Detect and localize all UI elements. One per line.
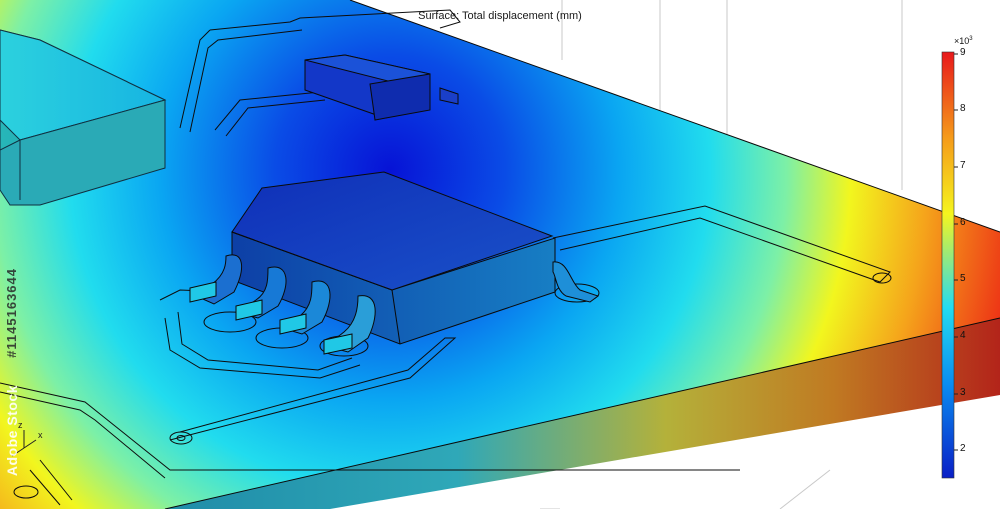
stock-brand-watermark: Adobe Stock (4, 385, 20, 477)
simulation-view: Surface: Total displacement (mm) ×103 9 … (0, 0, 1000, 509)
simulation-plot (0, 0, 1000, 509)
axis-label-x: x (38, 430, 43, 440)
colorbar-tick-label: 6 (960, 217, 966, 228)
colorbar-gradient (941, 51, 955, 479)
colorbar-exponent: ×103 (954, 36, 973, 46)
colorbar-tick-label: 3 (960, 387, 966, 398)
colorbar-exponent-power: 3 (969, 36, 973, 42)
axis-label-z: z (18, 420, 23, 430)
colorbar-exponent-base: ×10 (954, 36, 970, 46)
colorbar-tick-label: 8 (960, 103, 966, 114)
colorbar-tick-label: 5 (960, 273, 966, 284)
colorbar-tick-label: 9 (960, 47, 966, 58)
stock-id-watermark: #1145163644 (4, 268, 19, 358)
colorbar-tick-label: 4 (960, 330, 966, 341)
colorbar-tick-label: 2 (960, 443, 966, 454)
colorbar-tick-label: 7 (960, 160, 966, 171)
